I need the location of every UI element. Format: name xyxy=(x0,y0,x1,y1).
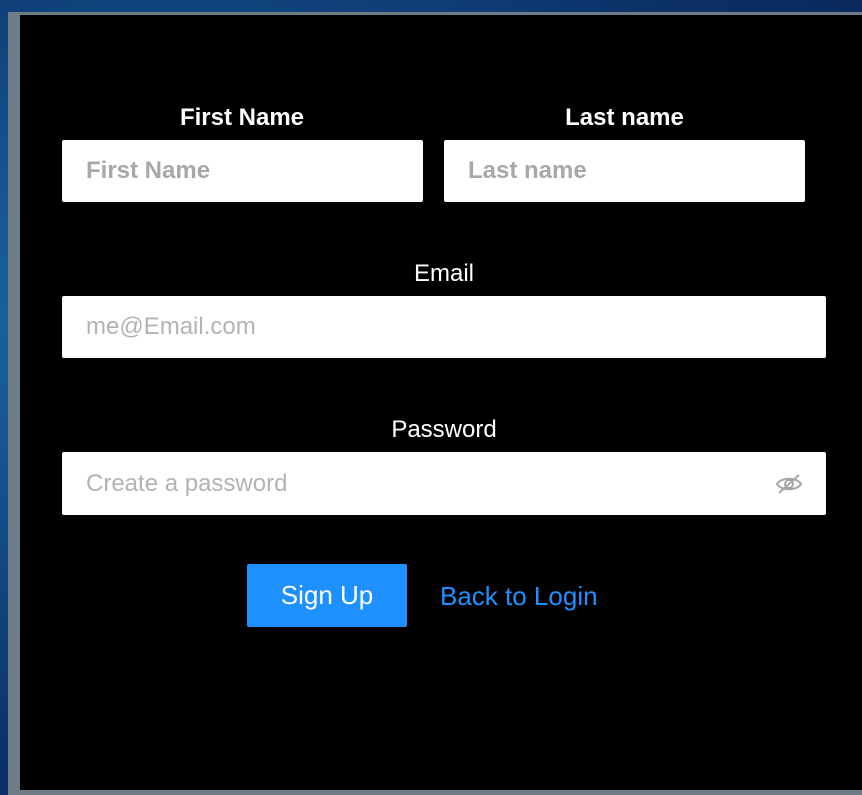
last-name-label: Last name xyxy=(565,104,684,131)
email-field[interactable]: me@Email.com xyxy=(62,296,826,358)
back-to-login-link[interactable]: Back to Login xyxy=(440,580,598,612)
password-field[interactable]: Create a password xyxy=(62,452,826,515)
eye-slash-icon[interactable] xyxy=(774,472,804,496)
last-name-field[interactable]: Last name xyxy=(444,140,805,202)
password-placeholder: Create a password xyxy=(86,469,288,497)
sign-up-button[interactable]: Sign Up xyxy=(247,564,407,627)
last-name-placeholder: Last name xyxy=(468,157,587,184)
first-name-field[interactable]: First Name xyxy=(62,140,423,202)
first-name-placeholder: First Name xyxy=(86,157,211,184)
email-label: Email xyxy=(413,260,474,287)
first-name-label: First Name xyxy=(179,104,305,131)
password-label: Password xyxy=(391,416,497,443)
email-placeholder: me@Email.com xyxy=(86,313,256,340)
